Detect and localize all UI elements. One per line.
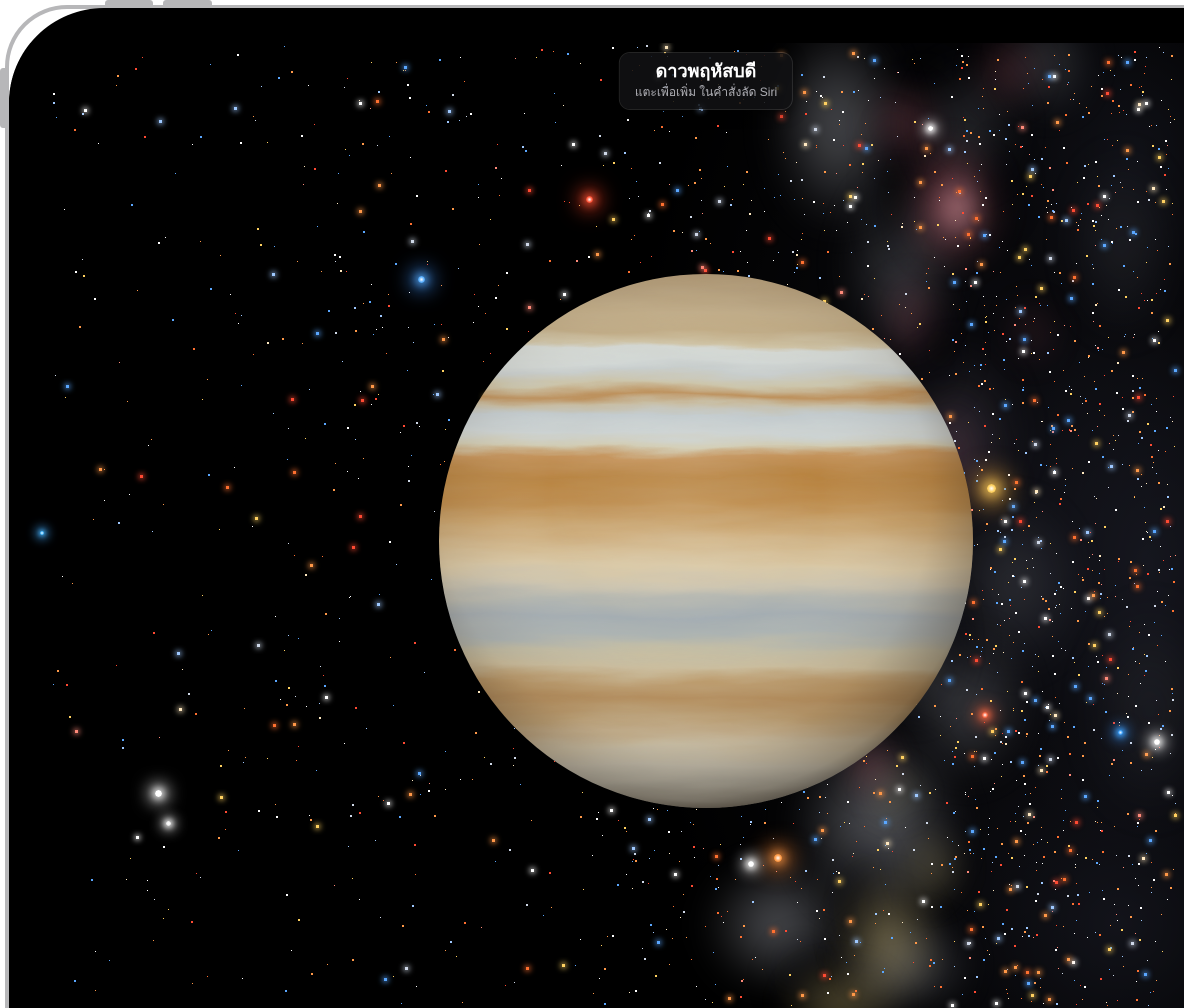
bright-star — [982, 712, 988, 718]
bright-star — [928, 126, 933, 131]
top-button — [0, 68, 8, 128]
tooltip-title: ดาวพฤหัสบดี — [635, 60, 777, 83]
bright-star — [166, 821, 171, 826]
sky-viewport[interactable]: ดาวพฤหัสบดี แตะเพื่อเพิ่ม ในคำสั่งลัด Si… — [9, 43, 1184, 1008]
volume-up-button — [105, 0, 153, 8]
bright-star — [418, 276, 425, 283]
siri-shortcut-tooltip[interactable]: ดาวพฤหัสบดี แตะเพื่อเพิ่ม ในคำสั่งลัด Si… — [620, 53, 792, 109]
bright-star — [1154, 739, 1160, 745]
bright-star — [1118, 730, 1123, 735]
bright-star — [40, 531, 44, 535]
bright-star — [748, 861, 754, 867]
device-frame: ดาวพฤหัสบดี แตะเพื่อเพิ่ม ในคำสั่งลัด Si… — [0, 0, 1184, 1008]
screen: ดาวพฤหัสบดี แตะเพื่อเพิ่ม ในคำสั่งลัด Si… — [9, 8, 1184, 1008]
bright-star — [987, 484, 996, 493]
bright-star — [586, 196, 593, 203]
bright-star — [774, 854, 782, 862]
volume-down-button — [163, 0, 212, 8]
bright-star — [155, 790, 162, 797]
tooltip-subtitle: แตะเพื่อเพิ่ม ในคำสั่งลัด Siri — [635, 84, 777, 100]
planet-jupiter[interactable] — [438, 273, 974, 809]
